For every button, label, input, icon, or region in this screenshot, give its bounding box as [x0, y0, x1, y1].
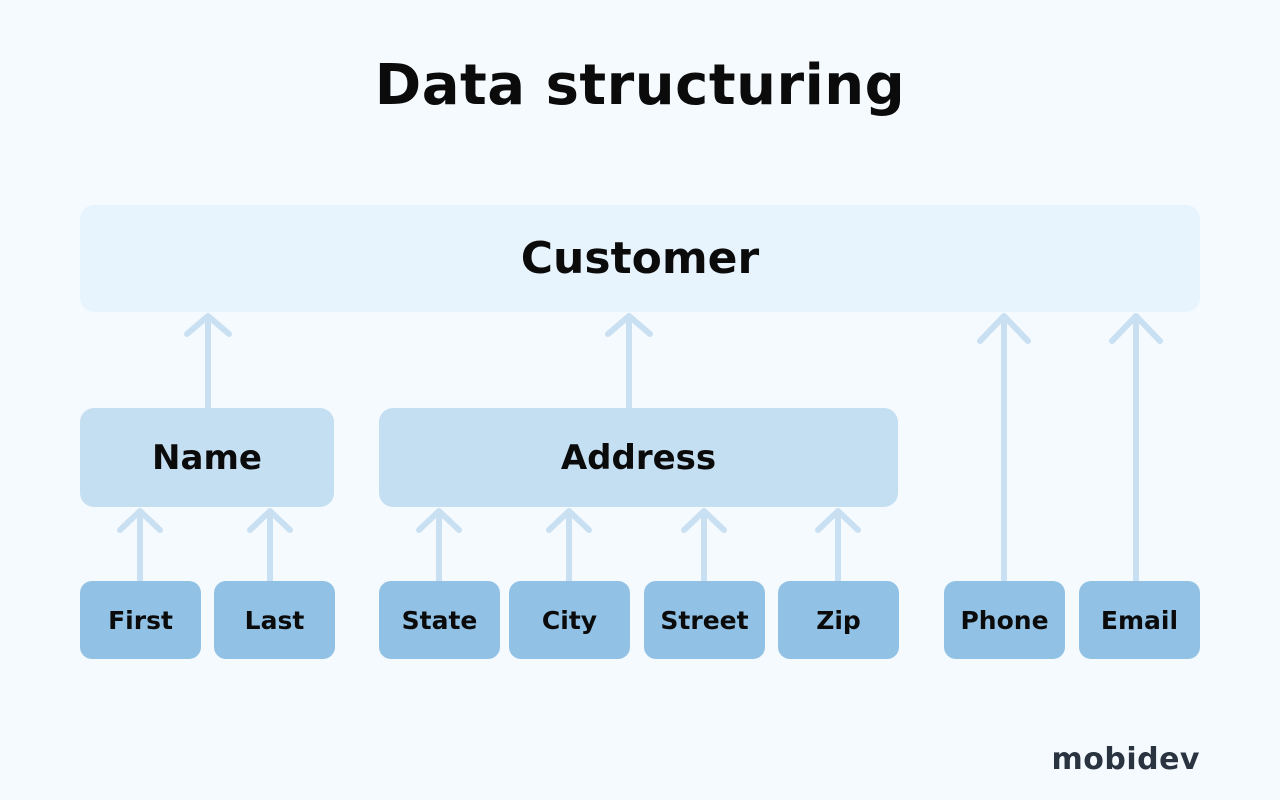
first-label: First [108, 605, 173, 635]
first-node: First [80, 581, 201, 659]
state-label: State [401, 605, 478, 635]
arrow-state-to-address [416, 508, 462, 583]
email-node: Email [1079, 581, 1200, 659]
phone-label: Phone [960, 605, 1049, 635]
last-label: Last [244, 605, 305, 635]
arrow-name-to-customer [184, 313, 232, 410]
arrow-street-to-address [681, 508, 727, 583]
name-label: Name [152, 437, 262, 478]
arrow-zip-to-address [815, 508, 861, 583]
state-node: State [379, 581, 500, 659]
street-node: Street [644, 581, 765, 659]
address-node: Address [379, 408, 898, 507]
street-label: Street [660, 605, 749, 635]
last-node: Last [214, 581, 335, 659]
name-node: Name [80, 408, 334, 507]
customer-node: Customer [80, 205, 1200, 312]
phone-node: Phone [944, 581, 1065, 659]
arrow-first-to-name [117, 508, 163, 583]
diagram-title: Data structuring [374, 53, 906, 118]
address-label: Address [560, 437, 717, 478]
zip-label: Zip [816, 605, 861, 635]
city-node: City [509, 581, 630, 659]
email-label: Email [1100, 605, 1179, 635]
arrow-phone-to-customer [977, 313, 1031, 583]
city-label: City [541, 605, 598, 635]
arrow-last-to-name [247, 508, 293, 583]
arrow-email-to-customer [1109, 313, 1163, 583]
arrow-address-to-customer [605, 313, 653, 410]
arrow-city-to-address [546, 508, 592, 583]
mobidev-logo: mobidev [1051, 742, 1200, 777]
zip-node: Zip [778, 581, 899, 659]
customer-label: Customer [520, 233, 760, 284]
